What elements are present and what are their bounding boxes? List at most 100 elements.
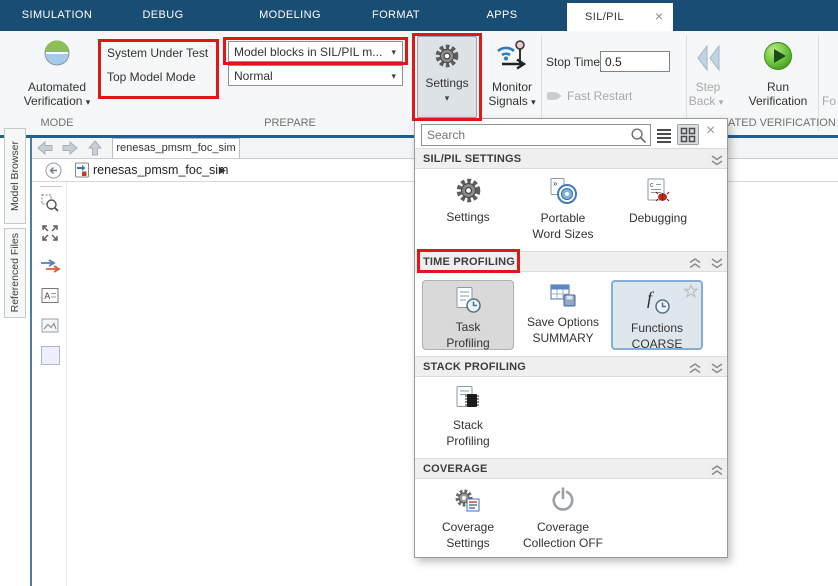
search-input[interactable]	[421, 124, 651, 146]
save-options-icon	[549, 283, 577, 309]
panel-item-stack-profiling[interactable]: Stack Profiling	[420, 385, 516, 449]
section-header-time-profiling: TIME PROFILING	[415, 251, 727, 272]
run-verification-icon[interactable]	[763, 41, 793, 71]
group-separator	[686, 35, 687, 131]
section-header-silpil-settings: SIL/PIL SETTINGS	[415, 148, 727, 169]
clipped-button-label: Fo	[822, 94, 836, 108]
breadcrumb-model-name[interactable]: renesas_pmsm_foc_sim	[93, 163, 228, 177]
section-header-stack-profiling: STACK PROFILING	[415, 356, 727, 377]
toolstrip-tab-bar: SIMULATION DEBUG MODELING FORMAT APPS SI…	[0, 0, 838, 31]
stack-profiling-icon	[454, 385, 482, 412]
favorite-star-icon[interactable]	[684, 284, 698, 303]
step-back-label-2: Back ▾	[689, 94, 724, 108]
svg-text:A: A	[44, 291, 50, 301]
system-under-test-value: Model blocks in SIL/PIL m...	[234, 45, 382, 59]
section-label-mode: MODE	[41, 117, 74, 129]
panel-item-save-options[interactable]: Save Options SUMMARY	[515, 283, 611, 346]
gear-icon	[434, 43, 460, 74]
nav-forward-icon[interactable]	[62, 141, 78, 160]
section-label-automated-verification: ATED VERIFICATION	[728, 117, 836, 129]
automated-verification-label-1[interactable]: Automated	[28, 80, 86, 94]
panel-item-coverage-collection[interactable]: Coverage Collection OFF	[515, 487, 611, 551]
gear-icon	[455, 177, 482, 204]
collapse-double-chevron-up-icon[interactable]	[689, 257, 701, 276]
fit-to-view-icon[interactable]	[41, 224, 59, 247]
tab-sil-pil-active[interactable]: SIL/PIL ×	[567, 3, 673, 31]
stop-time-input[interactable]	[600, 51, 670, 72]
list-view-icon[interactable]	[655, 126, 673, 149]
step-back-icon	[694, 43, 724, 73]
simulink-window: SIMULATION DEBUG MODELING FORMAT APPS SI…	[0, 0, 838, 586]
grid-view-icon[interactable]	[677, 124, 699, 145]
system-under-test-dropdown[interactable]: Model blocks in SIL/PIL m... ▾	[228, 41, 403, 62]
collapse-double-chevron-down-icon[interactable]	[711, 154, 723, 173]
tab-simulation[interactable]: SIMULATION	[22, 0, 92, 31]
svg-text:c: c	[650, 182, 654, 189]
collapse-double-chevron-up-icon[interactable]	[711, 464, 723, 483]
top-model-mode-value: Normal	[234, 69, 273, 83]
tab-apps[interactable]: APPS	[487, 0, 518, 31]
run-verification-label-1[interactable]: Run	[767, 80, 789, 94]
fast-restart-icon	[546, 88, 563, 103]
area-box-icon[interactable]	[41, 346, 60, 365]
chevron-down-icon[interactable]: ▾	[418, 93, 476, 104]
monitor-signals-label-2[interactable]: Signals ▾	[488, 94, 535, 108]
collapse-double-chevron-down-icon[interactable]	[711, 362, 723, 381]
top-model-mode-dropdown[interactable]: Normal ▾	[228, 65, 403, 86]
run-verification-label-2[interactable]: Verification	[749, 94, 808, 108]
panel-item-debugging[interactable]: c Debugging	[610, 177, 706, 226]
panel-item-functions[interactable]: f Functions COARSE	[611, 280, 703, 350]
chevron-down-icon: ▾	[391, 42, 396, 62]
annotation-icon[interactable]: A	[41, 287, 59, 309]
nav-back-icon[interactable]	[37, 141, 53, 160]
panel-item-coverage-settings[interactable]: Coverage Settings	[420, 487, 516, 551]
panel-item-settings[interactable]: Settings	[420, 177, 516, 225]
section-label-prepare: PREPARE	[264, 117, 316, 129]
step-back-label-1: Step	[696, 80, 721, 94]
settings-dropdown-panel: × SIL/PIL SETTINGS Settings »	[414, 118, 728, 558]
palette-separator	[40, 186, 62, 187]
portable-word-sizes-icon: »	[548, 177, 578, 205]
tab-format[interactable]: FORMAT	[372, 0, 420, 31]
breadcrumb-back-icon[interactable]	[45, 162, 62, 184]
debugging-icon: c	[645, 177, 671, 205]
settings-button[interactable]: Settings ▾	[417, 36, 477, 118]
image-icon[interactable]	[41, 317, 59, 339]
chevron-down-icon: ▾	[391, 66, 396, 86]
task-profiling-icon	[454, 286, 482, 314]
breadcrumb-caret-icon[interactable]: ▶	[219, 165, 226, 176]
search-icon	[630, 127, 647, 149]
tab-debug[interactable]: DEBUG	[142, 0, 183, 31]
tab-close-icon[interactable]: ×	[655, 3, 663, 31]
collapse-double-chevron-down-icon[interactable]	[711, 257, 723, 276]
group-separator	[541, 35, 542, 131]
tab-sil-pil-label: SIL/PIL	[585, 3, 624, 31]
monitor-signals-icon	[494, 37, 530, 71]
coverage-settings-icon	[454, 487, 482, 514]
sidebar-tab-model-browser[interactable]: Model Browser	[4, 128, 26, 224]
settings-button-label: Settings	[418, 76, 476, 90]
monitor-signals-label-1[interactable]: Monitor	[492, 80, 532, 94]
automated-verification-icon	[43, 39, 71, 67]
svg-text:»: »	[553, 179, 558, 188]
model-file-icon	[74, 162, 90, 183]
panel-item-task-profiling[interactable]: Task Profiling	[422, 280, 514, 350]
chevron-down-icon: ▾	[86, 97, 91, 107]
collapse-double-chevron-up-icon[interactable]	[689, 362, 701, 381]
functions-profiling-icon: f	[643, 287, 671, 315]
tab-modeling[interactable]: MODELING	[259, 0, 321, 31]
compare-arrows-icon[interactable]	[40, 259, 61, 278]
zoom-region-icon[interactable]	[41, 194, 59, 217]
power-off-icon	[550, 487, 576, 514]
document-tab[interactable]: renesas_pmsm_foc_sim	[112, 138, 240, 158]
stop-time-label: Stop Time	[546, 55, 600, 69]
chevron-down-icon: ▾	[531, 97, 536, 107]
panel-close-icon[interactable]: ×	[706, 122, 715, 140]
panel-item-portable-word-sizes[interactable]: » Portable Word Sizes	[515, 177, 611, 242]
automated-verification-label-2[interactable]: Verification ▾	[24, 94, 91, 108]
nav-up-icon[interactable]	[88, 140, 102, 161]
svg-text:f: f	[647, 288, 655, 308]
editor-left-accent	[30, 138, 32, 586]
fast-restart-label[interactable]: Fast Restart	[567, 89, 632, 103]
sidebar-tab-referenced-files[interactable]: Referenced Files	[4, 228, 26, 318]
